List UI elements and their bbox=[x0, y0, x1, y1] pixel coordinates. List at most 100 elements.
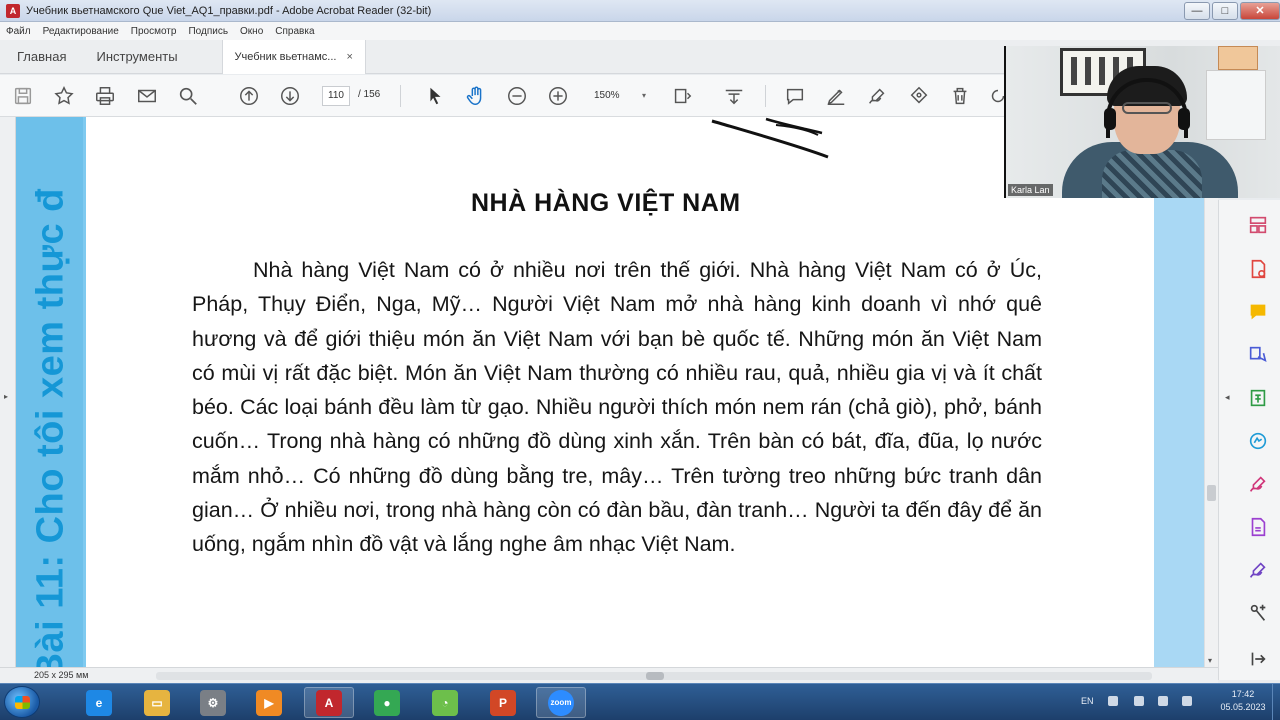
clock-app-icon: ◔ bbox=[432, 689, 458, 716]
decorative-strokes bbox=[711, 117, 829, 159]
vertical-scrollbar[interactable]: ▾ bbox=[1204, 117, 1218, 667]
scroll-down-icon[interactable]: ▾ bbox=[1208, 656, 1212, 665]
sign-tool-icon[interactable] bbox=[907, 84, 931, 108]
send-for-review-icon[interactable] bbox=[1247, 344, 1271, 368]
volume-icon[interactable] bbox=[1182, 696, 1192, 706]
protect-pdf-icon[interactable] bbox=[1247, 516, 1271, 540]
clock[interactable]: 17:42 05.05.2023 bbox=[1216, 688, 1270, 714]
previous-page-icon[interactable] bbox=[237, 84, 261, 108]
taskbar-item[interactable]: A bbox=[304, 687, 354, 718]
page-right-band bbox=[1154, 117, 1204, 667]
draw-tool-icon[interactable] bbox=[865, 84, 889, 108]
expand-left-panel-icon[interactable]: ▸ bbox=[4, 392, 8, 401]
window-title: Учебник вьетнамского Que Viet_AQ1_правки… bbox=[26, 4, 432, 17]
next-page-icon[interactable] bbox=[278, 84, 302, 108]
settings-tool-icon: ⚙ bbox=[200, 689, 226, 716]
zoom-level-value: 150% bbox=[594, 90, 620, 101]
powerpoint-icon: P bbox=[490, 689, 516, 716]
print-icon[interactable] bbox=[93, 84, 117, 108]
fill-sign-icon[interactable] bbox=[1247, 430, 1271, 454]
start-button[interactable] bbox=[4, 686, 40, 718]
menu-help[interactable]: Справка bbox=[275, 26, 314, 37]
left-nav-strip[interactable]: ▸ bbox=[0, 117, 16, 667]
headset-earpiece bbox=[1104, 108, 1116, 130]
collapse-right-panel-icon[interactable] bbox=[1247, 648, 1271, 672]
taskbar-item[interactable]: ● bbox=[362, 687, 412, 718]
menu-view[interactable]: Просмотр bbox=[131, 26, 177, 37]
tab-document[interactable]: Учебник вьетнамс... × bbox=[221, 39, 366, 74]
comment-icon[interactable] bbox=[783, 84, 807, 108]
toolbar-divider bbox=[400, 85, 401, 107]
horizontal-scroll-thumb[interactable] bbox=[646, 672, 664, 680]
adobe-reader-icon: A bbox=[316, 689, 342, 716]
minimize-button[interactable]: — bbox=[1184, 1, 1210, 20]
clock-date: 05.05.2023 bbox=[1220, 702, 1266, 712]
flag-icon[interactable] bbox=[1158, 696, 1168, 706]
zoom-in-icon[interactable] bbox=[546, 84, 570, 108]
close-tab-icon[interactable]: × bbox=[346, 51, 352, 63]
tray-expand-icon[interactable] bbox=[1108, 696, 1118, 706]
acrobat-app-icon: A bbox=[6, 3, 20, 18]
export-pdf-icon[interactable] bbox=[1247, 258, 1271, 282]
zoom-out-icon[interactable] bbox=[505, 84, 529, 108]
file-explorer-icon: ▭ bbox=[144, 689, 170, 716]
horizontal-scrollbar[interactable] bbox=[156, 672, 1152, 680]
status-bar: 205 x 295 мм bbox=[0, 667, 1218, 683]
search-icon[interactable] bbox=[176, 84, 200, 108]
menu-file[interactable]: Файл bbox=[6, 26, 31, 37]
taskbar-item[interactable]: P bbox=[478, 687, 528, 718]
clock-time: 17:42 bbox=[1231, 689, 1255, 699]
taskbar-item[interactable]: zoom bbox=[536, 687, 586, 718]
tab-home[interactable]: Главная bbox=[17, 49, 66, 64]
request-signature-icon[interactable] bbox=[1247, 559, 1271, 583]
webcam-video-overlay: Karla Lan bbox=[1004, 46, 1280, 198]
collapse-panel-icon[interactable]: ◂ bbox=[1225, 392, 1230, 403]
chrome-icon: ● bbox=[374, 689, 400, 716]
document-page: Bài 11: Cho tôi xem thực đ NHÀ HÀNG VIỆT… bbox=[16, 117, 1204, 667]
chapter-side-text: Bài 11: Cho tôi xem thực đ bbox=[29, 188, 72, 667]
create-pdf-icon[interactable] bbox=[1247, 387, 1271, 411]
windows-taskbar: e ▭ ⚙ ▶ A ● ◔ Pzoom EN 17:42 05.05.2023 bbox=[0, 683, 1280, 720]
taskbar-item[interactable]: ▶ bbox=[244, 687, 294, 718]
chevron-down-icon: ▾ bbox=[641, 91, 646, 100]
show-desktop-button[interactable] bbox=[1272, 684, 1280, 720]
highlight-pen-icon[interactable] bbox=[824, 84, 848, 108]
menu-edit[interactable]: Редактирование bbox=[43, 26, 119, 37]
network-icon[interactable] bbox=[1134, 696, 1144, 706]
select-cursor-icon[interactable] bbox=[423, 84, 447, 108]
tab-document-label: Учебник вьетнамс... bbox=[234, 50, 337, 63]
document-heading: NHÀ HÀNG VIỆT NAM bbox=[471, 189, 741, 217]
bookmark-star-icon[interactable] bbox=[52, 84, 76, 108]
more-tools-icon[interactable] bbox=[1247, 602, 1271, 626]
tab-tools[interactable]: Инструменты bbox=[96, 49, 177, 64]
delete-icon[interactable] bbox=[948, 84, 972, 108]
comment-panel-icon[interactable] bbox=[1247, 301, 1271, 325]
page-total: / 156 bbox=[358, 89, 381, 100]
close-window-button[interactable]: ✕ bbox=[1240, 1, 1280, 20]
email-icon[interactable] bbox=[135, 84, 159, 108]
language-indicator[interactable]: EN bbox=[1081, 696, 1094, 706]
menu-window[interactable]: Окно bbox=[240, 26, 263, 37]
menu-sign[interactable]: Подпись bbox=[188, 26, 228, 37]
taskbar-item[interactable]: ▭ bbox=[132, 687, 182, 718]
edit-pdf-icon[interactable] bbox=[1247, 473, 1271, 497]
save-icon[interactable] bbox=[11, 84, 35, 108]
page-number-input[interactable]: 110 bbox=[322, 86, 350, 106]
menu-bar: Файл Редактирование Просмотр Подпись Окн… bbox=[0, 22, 1280, 40]
title-bar: A Учебник вьетнамского Que Viet_AQ1_прав… bbox=[0, 0, 1280, 22]
internet-explorer-icon: e bbox=[86, 689, 112, 716]
participant-name: Karla Lan bbox=[1008, 184, 1053, 196]
taskbar-item[interactable]: e bbox=[74, 687, 124, 718]
media-player-icon: ▶ bbox=[256, 689, 282, 716]
maximize-button[interactable]: □ bbox=[1212, 1, 1238, 20]
toolbar-divider bbox=[765, 85, 766, 107]
taskbar-item[interactable]: ⚙ bbox=[188, 687, 238, 718]
presenter-shirt-pattern bbox=[1102, 150, 1202, 198]
organize-pages-icon[interactable] bbox=[1247, 214, 1271, 238]
vertical-scroll-thumb[interactable] bbox=[1207, 485, 1216, 501]
taskbar-item[interactable]: ◔ bbox=[420, 687, 470, 718]
zoom-level-select[interactable]: 150% ▾ bbox=[588, 86, 650, 106]
hand-tool-icon[interactable] bbox=[464, 84, 488, 108]
scroll-mode-icon[interactable] bbox=[722, 84, 746, 108]
page-fit-icon[interactable] bbox=[670, 84, 694, 108]
